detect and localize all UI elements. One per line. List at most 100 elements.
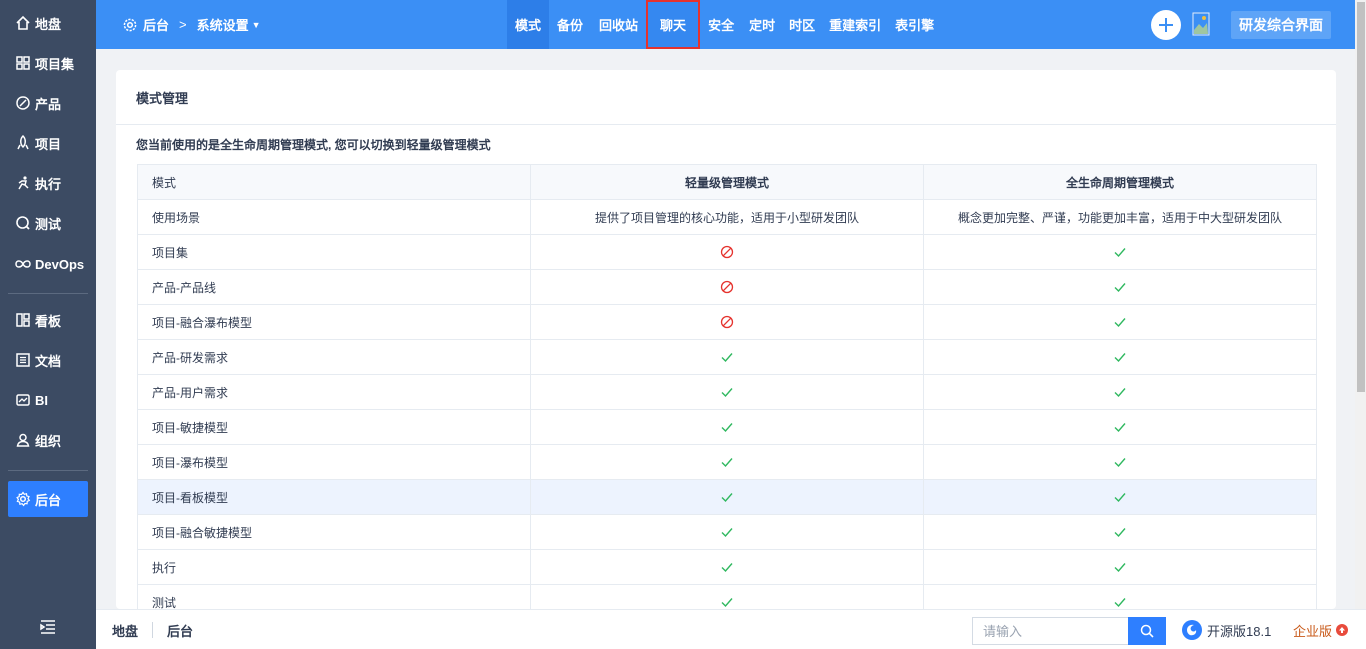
full-mode-cell (923, 339, 1317, 375)
run-icon (14, 174, 32, 192)
sidebar-item-kanban[interactable]: 看板 (8, 302, 88, 338)
sidebar-item-execution[interactable]: 执行 (8, 165, 88, 201)
search-button[interactable] (1128, 617, 1166, 645)
nav-table-engine[interactable]: 表引擎 (888, 0, 941, 49)
footer-bar: 地盘 后台 开源版18.1 企业版 (96, 609, 1366, 649)
check-icon (720, 350, 734, 364)
check-icon (1113, 560, 1127, 574)
column-header-full: 全生命周期管理模式 (923, 164, 1317, 200)
arrow-up-icon (1336, 624, 1349, 636)
row-label: 使用场景 (137, 199, 531, 235)
search-icon (1140, 624, 1154, 638)
light-mode-cell (530, 234, 924, 270)
footer-breadcrumb: 地盘 后台 (112, 610, 193, 649)
nav-trash[interactable]: 回收站 (591, 0, 646, 49)
sidebar-item-admin[interactable]: 后台 (8, 481, 88, 517)
sidebar-item-label: 产品 (35, 96, 62, 112)
sidebar-item-label: 项目 (35, 136, 62, 152)
home-icon (14, 14, 32, 32)
caret-down-icon[interactable]: ▼ (252, 20, 261, 30)
page-scrollbar[interactable] (1355, 0, 1366, 609)
light-mode-cell (530, 549, 924, 585)
sidebar-item-qa[interactable]: 测试 (8, 205, 88, 241)
table-row: 产品-研发需求 (137, 339, 1317, 375)
table-row: 产品-用户需求 (137, 374, 1317, 410)
table-row: 测试 (137, 584, 1317, 609)
sidebar-item-project[interactable]: 项目 (8, 125, 88, 161)
create-plus-button[interactable] (1151, 10, 1181, 40)
nav-backup[interactable]: 备份 (549, 0, 591, 49)
light-mode-cell (530, 444, 924, 480)
sidebar-item-org[interactable]: 组织 (8, 422, 88, 458)
full-mode-cell (923, 549, 1317, 585)
row-label: 项目-融合瀑布模型 (137, 304, 531, 340)
project-icon (14, 134, 32, 152)
light-scenario: 提供了项目管理的核心功能，适用于小型研发团队 (530, 199, 924, 235)
forbidden-icon (720, 280, 734, 294)
settings-dropdown[interactable]: 系统设置 (197, 15, 249, 34)
menu-toggle-icon[interactable] (38, 617, 58, 637)
row-label: 产品-用户需求 (137, 374, 531, 410)
sidebar-item-label: 执行 (35, 176, 62, 192)
plus-icon (1159, 18, 1173, 32)
check-icon (1113, 595, 1127, 609)
row-label: 项目-瀑布模型 (137, 444, 531, 480)
check-icon (1113, 455, 1127, 469)
sidebar-item-doc[interactable]: 文档 (8, 342, 88, 378)
full-scenario: 概念更加完整、严谨，功能更加丰富，适用于中大型研发团队 (923, 199, 1317, 235)
avatar[interactable] (1192, 12, 1212, 38)
nav-timezone[interactable]: 时区 (782, 0, 822, 49)
bi-icon (14, 391, 32, 409)
sidebar-item-bi[interactable]: BI (8, 382, 88, 418)
enterprise-label: 企业版 (1293, 623, 1333, 639)
nav-mode[interactable]: 模式 (507, 0, 550, 49)
breadcrumb-root[interactable]: 后台 (143, 15, 169, 34)
check-icon (720, 595, 734, 609)
light-mode-cell (530, 339, 924, 375)
switch-interface-button[interactable]: 研发综合界面 (1231, 11, 1331, 39)
divider (116, 124, 1336, 125)
sidebar-item-label: 组织 (35, 433, 62, 449)
footer-crumb-dashboard[interactable]: 地盘 (112, 621, 138, 640)
sidebar: 地盘 项目集 产品 项目 执行 测试 DevOps 看板 文档 BI 组织 后台 (0, 0, 96, 649)
sidebar-item-label: 项目集 (35, 56, 75, 72)
admin-nav: 模式 备份 回收站 聊天 安全 定时 时区 重建索引 表引擎 (507, 0, 941, 49)
nav-cron[interactable]: 定时 (742, 0, 782, 49)
search-input[interactable] (972, 617, 1128, 645)
row-label: 项目-看板模型 (137, 479, 531, 515)
full-mode-cell (923, 374, 1317, 410)
sidebar-item-program[interactable]: 项目集 (8, 45, 88, 81)
nav-chat[interactable]: 聊天 (646, 0, 701, 49)
divider (152, 622, 154, 638)
light-mode-cell (530, 374, 924, 410)
table-row: 产品-产品线 (137, 269, 1317, 305)
table-row: 执行 (137, 549, 1317, 585)
scrollbar-thumb[interactable] (1357, 2, 1365, 392)
table-row: 项目集 (137, 234, 1317, 270)
full-mode-cell (923, 584, 1317, 609)
sidebar-item-product[interactable]: 产品 (8, 85, 88, 121)
enterprise-upgrade-link[interactable]: 企业版 (1293, 610, 1349, 649)
edition-label: 开源版18.1 (1207, 623, 1272, 639)
full-mode-cell (923, 479, 1317, 515)
nav-rebuild-index[interactable]: 重建索引 (822, 0, 888, 49)
light-mode-cell (530, 479, 924, 515)
nav-security[interactable]: 安全 (700, 0, 742, 49)
full-mode-cell (923, 304, 1317, 340)
test-icon (14, 214, 32, 232)
light-mode-cell (530, 514, 924, 550)
sidebar-item-devops[interactable]: DevOps (8, 246, 88, 282)
edition-info[interactable]: 开源版18.1 (1181, 610, 1271, 649)
check-icon (720, 385, 734, 399)
sidebar-divider (8, 293, 88, 294)
footer-crumb-admin[interactable]: 后台 (167, 621, 193, 640)
table-row-scenario: 使用场景 提供了项目管理的核心功能，适用于小型研发团队 概念更加完整、严谨，功能… (137, 199, 1317, 235)
row-label: 产品-产品线 (137, 269, 531, 305)
user-icon (14, 431, 32, 449)
sidebar-item-label: 测试 (35, 216, 62, 232)
check-icon (1113, 385, 1127, 399)
row-label: 项目集 (137, 234, 531, 270)
sidebar-item-dashboard[interactable]: 地盘 (8, 5, 88, 41)
full-mode-cell (923, 269, 1317, 305)
check-icon (1113, 350, 1127, 364)
